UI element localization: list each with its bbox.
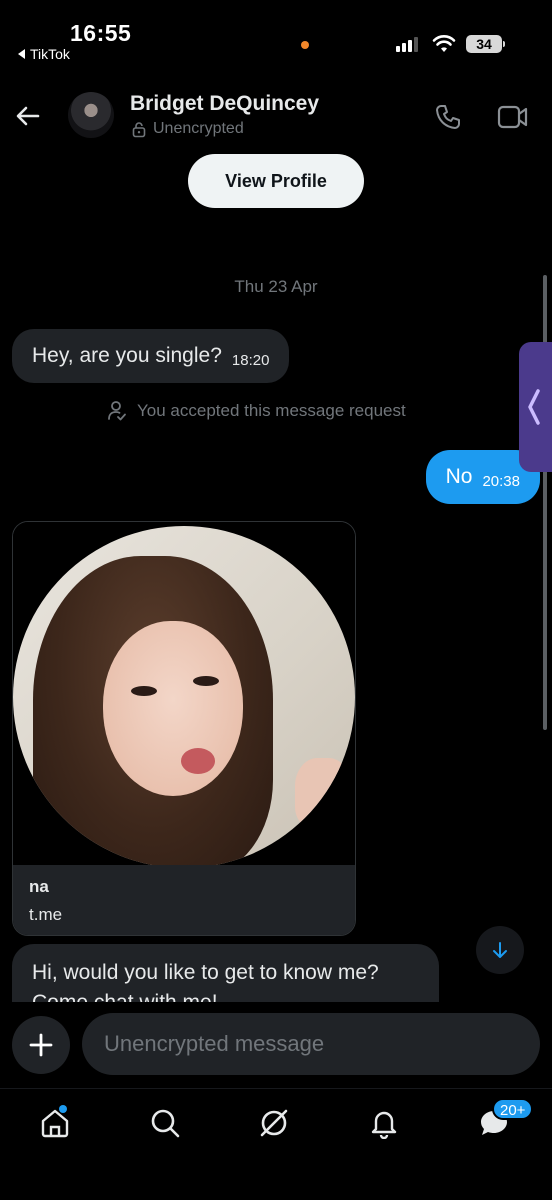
nav-grok[interactable] bbox=[254, 1103, 294, 1143]
nav-search[interactable] bbox=[145, 1103, 185, 1143]
date-divider: Thu 23 Apr bbox=[234, 277, 318, 296]
link-preview-card[interactable]: na t.me bbox=[12, 521, 356, 936]
home-icon bbox=[41, 1109, 69, 1138]
cellular-signal-icon bbox=[396, 36, 418, 52]
chevron-left-icon bbox=[528, 389, 540, 425]
link-title: na bbox=[29, 877, 49, 896]
phone-call-icon[interactable] bbox=[433, 102, 463, 132]
back-triangle-icon bbox=[18, 49, 25, 59]
arrow-down-icon bbox=[493, 942, 507, 958]
contact-name[interactable]: Bridget DeQuincey bbox=[130, 92, 319, 116]
side-panel-handle[interactable] bbox=[519, 342, 552, 472]
message-time: 20:38 bbox=[482, 472, 520, 490]
back-to-app-link[interactable]: TikTok bbox=[18, 46, 70, 62]
contact-avatar[interactable] bbox=[68, 92, 114, 138]
link-preview-footer: na t.me bbox=[13, 865, 355, 935]
battery-tip bbox=[503, 41, 505, 47]
messages-unread-badge: 20+ bbox=[492, 1098, 534, 1120]
system-note-text: You accepted this message request bbox=[137, 401, 406, 420]
nav-home[interactable] bbox=[35, 1103, 75, 1143]
wifi-icon bbox=[432, 35, 456, 52]
message-time: 18:20 bbox=[231, 351, 270, 369]
incoming-message[interactable]: Hey, are you single? 18:20 bbox=[12, 329, 290, 383]
encryption-label: Unencrypted bbox=[153, 120, 244, 137]
view-profile-button[interactable]: View Profile bbox=[188, 154, 364, 208]
nav-notifications[interactable] bbox=[364, 1103, 404, 1143]
user-check-icon bbox=[108, 401, 126, 421]
link-domain: t.me bbox=[29, 905, 63, 924]
lock-icon bbox=[132, 121, 146, 137]
message-text: Hey, are you single? bbox=[32, 344, 222, 367]
back-arrow-icon[interactable] bbox=[14, 102, 42, 130]
battery-icon: 34 bbox=[466, 35, 502, 53]
message-composer bbox=[0, 1002, 552, 1088]
message-text: No bbox=[445, 465, 473, 488]
message-input[interactable] bbox=[82, 1013, 540, 1075]
status-time: 16:55 bbox=[70, 20, 132, 46]
status-bar: 16:55 TikTok 34 bbox=[0, 0, 552, 70]
add-attachment-button[interactable] bbox=[12, 1016, 70, 1074]
bottom-navigation bbox=[0, 1088, 552, 1200]
conversation-header: Bridget DeQuincey Unencrypted bbox=[0, 84, 552, 148]
link-preview-image bbox=[13, 522, 355, 868]
search-icon bbox=[151, 1109, 180, 1138]
profile-photo bbox=[13, 526, 355, 868]
notifications-icon bbox=[371, 1111, 397, 1139]
scroll-to-bottom-button[interactable] bbox=[476, 926, 524, 974]
back-app-label: TikTok bbox=[30, 46, 70, 62]
video-call-icon[interactable] bbox=[497, 104, 529, 130]
grok-icon bbox=[260, 1109, 288, 1137]
request-accepted-note: You accepted this message request bbox=[107, 400, 406, 422]
mic-indicator-dot bbox=[301, 41, 309, 49]
home-notification-dot bbox=[59, 1105, 67, 1113]
encryption-status: Unencrypted bbox=[131, 120, 244, 138]
plus-icon bbox=[29, 1033, 53, 1057]
